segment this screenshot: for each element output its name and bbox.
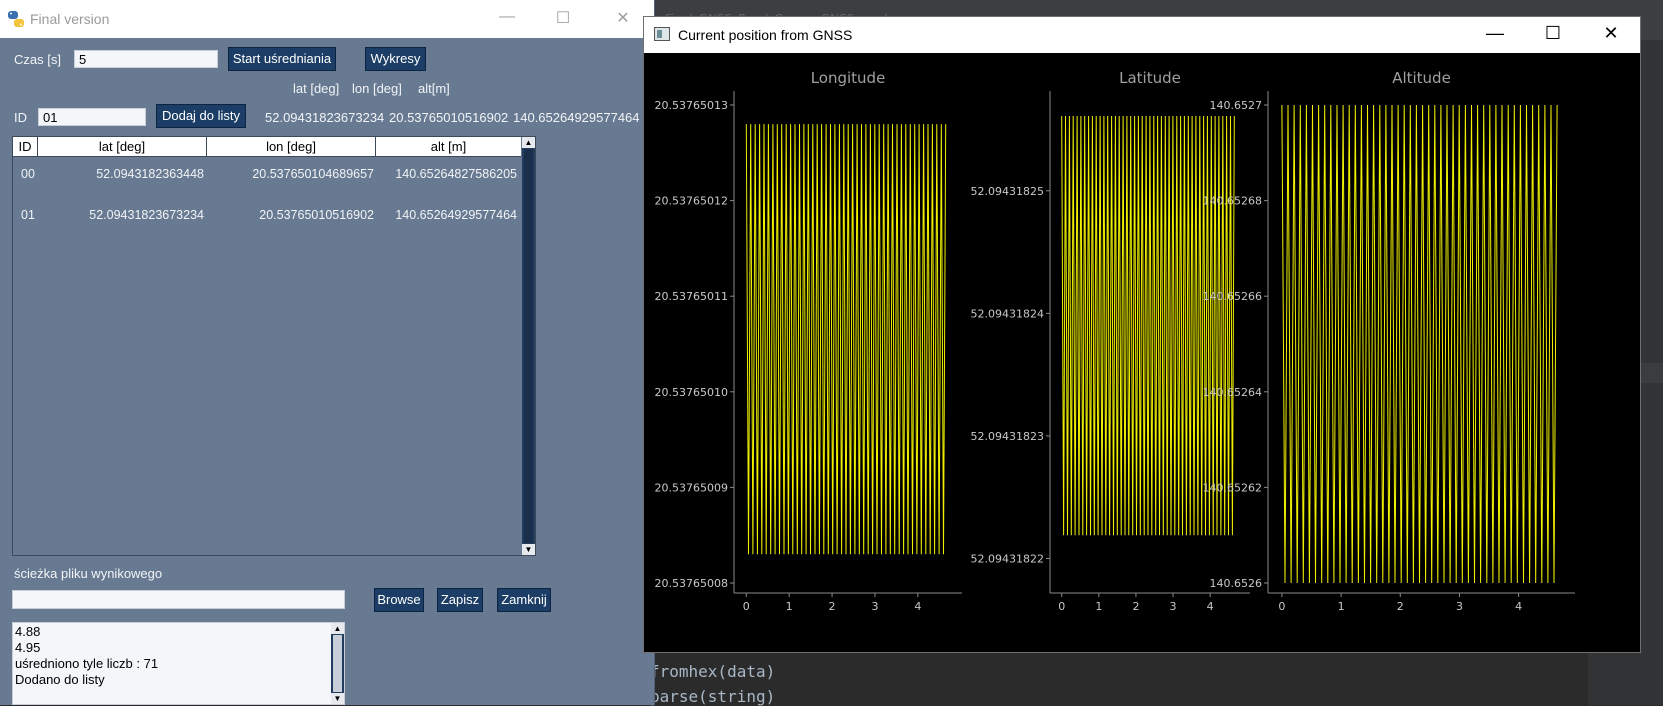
- y-tick-label: 52.09431824: [971, 307, 1044, 320]
- y-tick-label: 52.09431825: [971, 185, 1044, 198]
- gnss-position-window: Current position from GNSS — ☐ ✕ Longitu…: [643, 16, 1641, 653]
- lon-header-label: lon [deg]: [352, 81, 402, 96]
- output-path-label: ścieżka pliku wynikowego: [14, 566, 163, 581]
- chart-title: Altitude: [1392, 69, 1451, 87]
- y-tick-label: 52.09431823: [971, 430, 1044, 443]
- y-tick-label: 140.65264: [1203, 386, 1263, 399]
- minimize-icon[interactable]: —: [492, 8, 522, 26]
- maximize-icon[interactable]: ☐: [1533, 23, 1573, 44]
- gnss-title-bar: Current position from GNSS — ☐ ✕: [644, 17, 1640, 53]
- chart-latitude: Latitude 52.09431825 52.09431824 52.0943182…: [971, 69, 1250, 613]
- x-tick-label: 1: [786, 600, 793, 613]
- current-alt-value: 140.65264929577464: [513, 110, 640, 125]
- log-scrollbar[interactable]: ▲ ▼: [331, 623, 344, 704]
- table-header: ID lat [deg] lon [deg] alt [m]: [13, 137, 521, 157]
- cell-alt: 140.65264827586205: [395, 167, 517, 181]
- y-tick-label: 140.65268: [1203, 195, 1263, 208]
- close-icon[interactable]: ✕: [1591, 23, 1631, 44]
- czas-label: Czas [s]: [14, 52, 61, 67]
- series-line: [1281, 104, 1558, 584]
- series-line: [745, 124, 947, 555]
- x-tick-label: 0: [743, 600, 750, 613]
- title-bar: Final version — ☐ ✕: [0, 0, 654, 38]
- column-header-lon[interactable]: lon [deg]: [207, 137, 376, 156]
- minimize-icon[interactable]: —: [1475, 23, 1515, 44]
- log-line: Dodano do listy: [15, 672, 105, 687]
- y-tick-label: 20.53765008: [655, 577, 728, 590]
- series-line: [1061, 115, 1235, 536]
- y-tick-label: 20.53765009: [655, 481, 728, 494]
- browse-button[interactable]: Browse: [374, 588, 424, 612]
- log-line: 4.95: [15, 640, 41, 655]
- x-tick-label: 2: [1132, 600, 1139, 613]
- y-tick-label: 20.53765011: [655, 290, 728, 303]
- gnss-charts: Longitude 20.53765013 20.53765012 20.537650…: [655, 69, 1575, 613]
- python-icon: [8, 11, 24, 27]
- x-tick-label: 4: [1207, 600, 1214, 613]
- y-tick-label: 140.65262: [1203, 481, 1263, 494]
- scrollbar-thumb[interactable]: [333, 635, 342, 692]
- x-tick-label: 2: [1397, 600, 1404, 613]
- ide-code-line[interactable]: fromhex(data): [650, 662, 775, 681]
- gnss-window-title: Current position from GNSS: [678, 27, 853, 43]
- y-tick-label: 20.53765013: [655, 99, 728, 112]
- x-tick-label: 4: [1515, 600, 1522, 613]
- y-tick-label: 20.53765010: [655, 386, 728, 399]
- x-tick-label: 0: [1278, 600, 1285, 613]
- scroll-up-icon[interactable]: ▲: [331, 623, 344, 634]
- scrollbar-track[interactable]: [524, 149, 533, 543]
- zamknij-button[interactable]: Zamknij: [497, 588, 551, 612]
- final-version-window: Final version — ☐ ✕ Czas [s] 5 Start uśr…: [0, 0, 655, 705]
- y-tick-label: 140.65266: [1203, 290, 1263, 303]
- app-window-icon: [654, 27, 670, 41]
- lat-header-label: lat [deg]: [293, 81, 340, 96]
- scroll-down-icon[interactable]: ▼: [522, 544, 535, 555]
- column-header-id[interactable]: ID: [13, 137, 38, 156]
- chart-title: Longitude: [811, 69, 886, 87]
- x-tick-label: 3: [1456, 600, 1463, 613]
- start-averaging-button[interactable]: Start uśredniania: [228, 47, 336, 71]
- ide-code-line[interactable]: parse(string): [650, 687, 775, 706]
- x-tick-label: 4: [914, 600, 921, 613]
- table-row[interactable]: 00 52.0943182363448 20.537650104689657 1…: [13, 164, 521, 184]
- close-icon[interactable]: ✕: [608, 8, 638, 28]
- log-line: 4.88: [15, 624, 41, 639]
- log-textbox[interactable]: 4.88 4.95 uśredniono tyle liczb : 71 Dod…: [12, 622, 345, 705]
- x-tick-label: 0: [1058, 600, 1065, 613]
- wykresy-button[interactable]: Wykresy: [365, 47, 426, 71]
- add-to-list-button[interactable]: Dodaj do listy: [156, 104, 246, 128]
- czas-input[interactable]: 5: [74, 50, 218, 68]
- y-tick-label: 20.53765012: [655, 195, 728, 208]
- chart-title: Latitude: [1119, 69, 1181, 87]
- id-label: ID: [14, 110, 27, 125]
- alt-header-label: alt[m]: [418, 81, 450, 96]
- maximize-icon[interactable]: ☐: [548, 8, 578, 28]
- column-header-lat[interactable]: lat [deg]: [38, 137, 207, 156]
- y-tick-label: 52.09431822: [971, 552, 1044, 565]
- column-header-alt[interactable]: alt [m]: [376, 137, 521, 156]
- y-tick-label: 140.6527: [1210, 99, 1263, 112]
- cell-alt: 140.65264929577464: [395, 208, 517, 222]
- x-tick-label: 1: [1338, 600, 1345, 613]
- x-tick-label: 1: [1095, 600, 1102, 613]
- y-tick-label: 140.6526: [1210, 577, 1263, 590]
- chart-altitude: Altitude 140.6527 140.65268 140.65266 140.65…: [1203, 69, 1575, 613]
- x-tick-label: 3: [1170, 600, 1177, 613]
- current-lat-value: 52.09431823673234: [265, 110, 385, 125]
- x-tick-label: 3: [871, 600, 878, 613]
- log-line: uśredniono tyle liczb : 71: [15, 656, 159, 671]
- output-path-input[interactable]: [12, 590, 345, 609]
- table-row[interactable]: 01 52.09431823673234 20.53765010516902 1…: [13, 205, 521, 225]
- current-lon-value: 20.53765010516902: [389, 110, 509, 125]
- scroll-up-icon[interactable]: ▲: [522, 137, 535, 148]
- table-scrollbar[interactable]: ▲ ▼: [522, 137, 535, 555]
- chart-longitude: Longitude 20.53765013 20.53765012 20.537650…: [655, 69, 962, 613]
- scroll-down-icon[interactable]: ▼: [331, 693, 344, 704]
- zapisz-button[interactable]: Zapisz: [437, 588, 483, 612]
- x-tick-label: 2: [829, 600, 836, 613]
- id-input[interactable]: 01: [38, 108, 146, 126]
- window-title: Final version: [30, 11, 110, 27]
- positions-table[interactable]: ID lat [deg] lon [deg] alt [m] 00 52.094…: [12, 136, 536, 556]
